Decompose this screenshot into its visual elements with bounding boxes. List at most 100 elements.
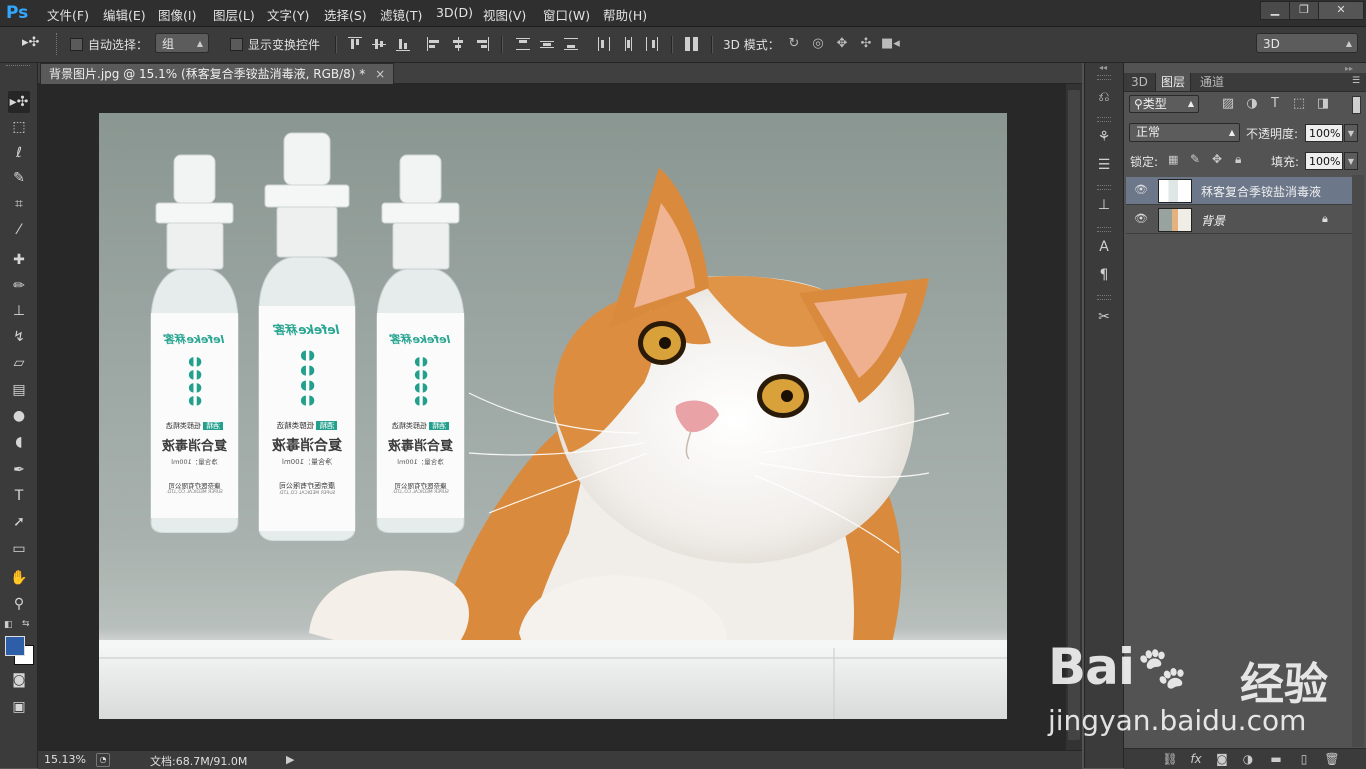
tab-3d[interactable]: 3D <box>1126 73 1153 91</box>
shape-tool-icon[interactable]: ▭ <box>8 538 30 560</box>
panel-menu-icon[interactable]: ☰ <box>1352 76 1360 86</box>
healing-brush-tool-icon[interactable]: ✚ <box>8 249 30 271</box>
quick-mask-icon[interactable]: ◙ <box>8 669 30 691</box>
new-adjustment-icon[interactable]: ◑ <box>1240 751 1256 767</box>
menu-help[interactable]: 帮助(H) <box>603 5 647 24</box>
menu-type[interactable]: 文字(Y) <box>267 5 309 24</box>
auto-select-dropdown[interactable]: 组 ▲ <box>155 33 209 53</box>
filter-toggle[interactable] <box>1352 96 1361 114</box>
minimize-button[interactable]: ▁ <box>1260 1 1290 20</box>
menu-filter[interactable]: 滤镜(T) <box>380 5 422 24</box>
close-tab-icon[interactable]: × <box>375 67 385 81</box>
menu-file[interactable]: 文件(F) <box>47 5 89 24</box>
distribute-vcenter-icon[interactable] <box>540 37 554 51</box>
type-tool-icon[interactable]: T <box>8 485 30 507</box>
delete-layer-icon[interactable]: 🗑︎ <box>1324 751 1340 767</box>
align-left-icon[interactable] <box>427 37 441 51</box>
layer-row[interactable]: 👁︎ 秝客复合季铵盐消毒液 <box>1126 177 1352 205</box>
restore-button[interactable]: ❐ <box>1289 1 1319 20</box>
link-layers-icon[interactable]: ⛓ <box>1162 751 1178 767</box>
align-bottom-icon[interactable] <box>396 37 410 51</box>
swap-colors-icon[interactable]: ⇆ <box>22 619 34 629</box>
screen-mode-icon[interactable]: ▣ <box>8 696 30 718</box>
filter-smart-object-icon[interactable]: ◨ <box>1314 95 1332 113</box>
rotate-3d-icon[interactable]: ↻ <box>785 36 803 52</box>
workspace-dropdown[interactable]: 3D ▲ <box>1256 33 1358 53</box>
move-tool-preset-icon[interactable]: ▸✣ <box>22 35 44 53</box>
opacity-slider-arrow[interactable]: ▼ <box>1344 124 1358 142</box>
filter-shape-icon[interactable]: ⬚ <box>1290 95 1308 113</box>
distribute-right-icon[interactable] <box>645 37 659 51</box>
align-right-icon[interactable] <box>475 37 489 51</box>
lasso-tool-icon[interactable]: ℓ <box>8 142 30 164</box>
menu-3d[interactable]: 3D(D) <box>436 5 473 20</box>
distribute-hcenter-icon[interactable] <box>621 37 635 51</box>
history-panel-icon[interactable]: ⎌ <box>1094 87 1114 107</box>
filter-kind-dropdown[interactable]: ⚲类型 ▲ <box>1129 95 1199 113</box>
visibility-eye-icon[interactable]: 👁︎ <box>1134 183 1148 197</box>
hand-tool-icon[interactable]: ✋ <box>8 567 30 589</box>
crop-tool-icon[interactable]: ⌗ <box>8 193 30 215</box>
character-panel-icon[interactable]: A <box>1094 237 1114 257</box>
close-button[interactable]: ✕ <box>1318 1 1364 20</box>
paragraph-panel-icon[interactable]: ¶ <box>1094 265 1114 285</box>
layer-style-icon[interactable]: fx <box>1188 751 1204 767</box>
new-group-icon[interactable]: ▬ <box>1268 751 1284 767</box>
default-colors-icon[interactable]: ◧ <box>4 620 16 630</box>
distribute-top-icon[interactable] <box>516 37 530 51</box>
fill-input[interactable]: 100% <box>1305 152 1343 170</box>
distribute-bottom-icon[interactable] <box>564 37 578 51</box>
blur-tool-icon[interactable]: ● <box>8 405 30 427</box>
align-vcenter-icon[interactable] <box>372 37 386 51</box>
filter-adjustment-icon[interactable]: ◑ <box>1243 95 1261 113</box>
lock-transparency-icon[interactable]: ▦ <box>1168 153 1178 166</box>
zoom-level[interactable]: 15.13% <box>44 753 86 766</box>
menu-layer[interactable]: 图层(L) <box>213 5 255 24</box>
drag-3d-icon[interactable]: ✥ <box>833 36 851 52</box>
menu-edit[interactable]: 编辑(E) <box>103 5 146 24</box>
visibility-eye-icon[interactable]: 👁︎ <box>1134 212 1148 226</box>
menu-window[interactable]: 窗口(W) <box>543 5 590 24</box>
brush-presets-icon[interactable]: ⚘ <box>1094 127 1114 147</box>
lock-position-icon[interactable]: ✥ <box>1212 152 1222 166</box>
tool-presets-icon[interactable]: ✂ <box>1094 307 1114 327</box>
auto-align-icon[interactable] <box>685 37 699 51</box>
gradient-tool-icon[interactable]: ▤ <box>8 379 30 401</box>
eyedropper-tool-icon[interactable]: ⁄ <box>8 219 30 241</box>
path-select-tool-icon[interactable]: ➚ <box>8 511 30 533</box>
collapse-icon[interactable]: ◂◂ <box>1099 63 1107 72</box>
layer-name[interactable]: 背景 <box>1201 212 1225 229</box>
document-tab[interactable]: 背景图片.jpg @ 15.1% (秝客复合季铵盐消毒液, RGB/8) * × <box>40 63 395 84</box>
zoom-tool-icon[interactable]: ⚲ <box>8 593 30 615</box>
pen-tool-icon[interactable]: ✒ <box>8 459 30 481</box>
fill-slider-arrow[interactable]: ▼ <box>1344 152 1358 170</box>
slide-3d-icon[interactable]: ✣ <box>857 36 875 52</box>
blend-mode-dropdown[interactable]: 正常 ▲ <box>1129 123 1240 142</box>
lock-paint-icon[interactable]: ✎ <box>1190 152 1200 166</box>
quick-select-tool-icon[interactable]: ✎ <box>8 167 30 189</box>
roll-3d-icon[interactable]: ◎ <box>809 36 827 52</box>
show-transform-checkbox[interactable] <box>230 38 243 51</box>
brush-panel-icon[interactable]: ☰ <box>1094 155 1114 175</box>
tab-channels[interactable]: 通道 <box>1195 73 1229 91</box>
auto-select-checkbox[interactable] <box>70 38 83 51</box>
document-canvas-image[interactable]: lefeke秝客 ◖◗ ◖◗ ◖◗ ◖◗ 酒精 低醇类精选 复合消毒液 净含量：100… <box>99 113 1007 719</box>
lock-all-icon[interactable]: 🔒︎ <box>1235 152 1241 167</box>
brush-tool-icon[interactable]: ✏ <box>8 275 30 297</box>
layer-row[interactable]: 👁︎ 背景 🔒︎ <box>1126 206 1352 234</box>
align-top-icon[interactable] <box>348 37 362 51</box>
tab-layers[interactable]: 图层 <box>1155 73 1192 91</box>
foreground-color-swatch[interactable] <box>5 636 25 656</box>
filter-type-icon[interactable]: T <box>1266 95 1284 113</box>
history-brush-tool-icon[interactable]: ↯ <box>8 326 30 348</box>
filter-pixel-icon[interactable]: ▨ <box>1219 95 1237 113</box>
distribute-left-icon[interactable] <box>597 37 611 51</box>
scale-3d-icon[interactable]: ■◂ <box>881 36 900 52</box>
collapse-icon[interactable]: ▸▸ <box>1345 64 1353 73</box>
move-tool-icon[interactable]: ▸✣ <box>8 91 30 113</box>
layer-name[interactable]: 秝客复合季铵盐消毒液 <box>1201 183 1321 200</box>
menu-view[interactable]: 视图(V) <box>483 5 526 24</box>
opacity-input[interactable]: 100% <box>1305 124 1343 142</box>
new-layer-icon[interactable]: ▯ <box>1296 751 1312 767</box>
add-mask-icon[interactable]: ◙ <box>1214 751 1230 767</box>
